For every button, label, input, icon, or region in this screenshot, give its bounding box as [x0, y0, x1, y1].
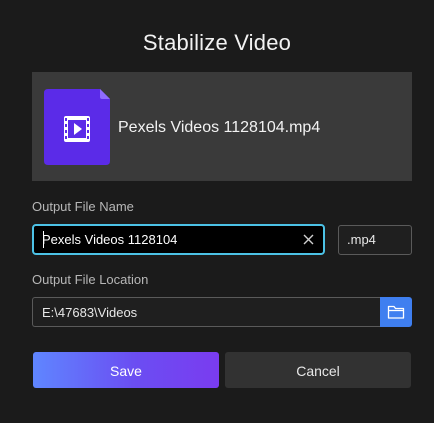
cancel-button[interactable]: Cancel [225, 352, 411, 388]
dialog-title: Stabilize Video [142, 30, 292, 55]
browse-folder-button[interactable] [380, 297, 412, 327]
text-caret [43, 231, 44, 248]
output-extension-value: .mp4 [347, 232, 376, 247]
close-icon[interactable] [302, 233, 315, 246]
save-button[interactable]: Save [33, 352, 219, 388]
source-file-card: Pexels Videos 1128104.mp4 [32, 72, 412, 181]
output-file-location-label: Output File Location [32, 272, 149, 287]
output-extension-field: .mp4 [338, 225, 412, 255]
folder-icon [387, 305, 405, 319]
output-file-name-label: Output File Name [32, 199, 134, 214]
video-file-icon [44, 89, 110, 165]
output-file-name-input[interactable]: Pexels Videos 1128104 [32, 224, 325, 255]
output-location-input[interactable]: E:\47683\Videos [32, 297, 380, 327]
source-file-name: Pexels Videos 1128104.mp4 [118, 119, 321, 136]
output-file-name-value[interactable]: Pexels Videos 1128104 [42, 226, 177, 253]
stabilize-video-dialog: Stabilize Video Pexels Videos 1128104.mp… [0, 0, 434, 423]
output-location-value[interactable]: E:\47683\Videos [42, 298, 137, 327]
